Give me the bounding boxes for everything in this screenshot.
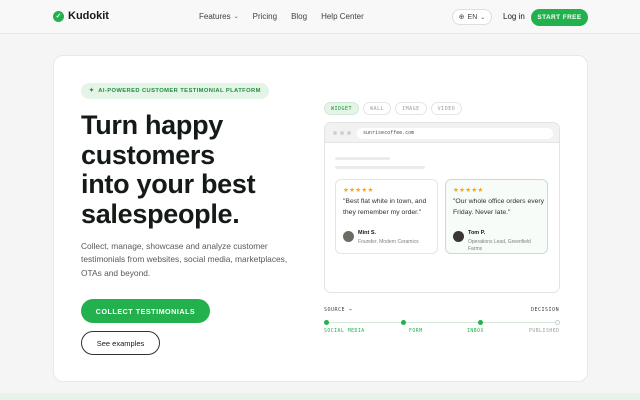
logo-text: Kudokit <box>68 10 109 22</box>
flow-decision-label: DECISION <box>531 307 560 313</box>
flow-step-dot <box>478 320 483 325</box>
review-quote: "Our whole office orders every Friday. N… <box>453 198 545 216</box>
flow-step-dot <box>401 320 406 325</box>
hero-subtitle: Collect, manage, showcase and analyze cu… <box>81 241 288 278</box>
tab-widget[interactable]: WIDGET <box>324 102 360 115</box>
top-navbar: ✓ Kudokit Features ⌄ Pricing Blog Help Ce… <box>0 0 640 34</box>
flow-step-label: SOCIAL MEDIA <box>324 329 365 334</box>
nav-pricing[interactable]: Pricing <box>253 12 277 21</box>
logo-icon: ✓ <box>53 10 64 22</box>
flow-step-dot <box>324 320 329 325</box>
browser-preview: sunrisecoffee.com ★★★★★ "Best flat white… <box>324 122 560 293</box>
chevron-down-icon: ⌄ <box>480 14 486 21</box>
avatar <box>453 231 464 242</box>
review-card: ★★★★★ "Best flat white in town, and they… <box>335 179 438 254</box>
preview-tabs: WIDGET WALL IMAGE VIDEO <box>324 102 463 115</box>
skeleton-line <box>335 157 390 160</box>
browser-bar: sunrisecoffee.com <box>325 123 559 143</box>
sparkle-icon: ✦ <box>89 88 95 94</box>
skeleton-line <box>335 166 425 169</box>
reviewer-name: Tom P. <box>468 230 486 236</box>
hero-badge: ✦ AI-POWERED CUSTOMER TESTIMONIAL PLATFO… <box>81 83 269 99</box>
reviewer-name: Mint S. <box>358 230 377 236</box>
reviewer-role: Operations Lead, Greenfield Farms <box>468 239 531 252</box>
flow-step-label: FORM <box>409 329 423 334</box>
tab-video[interactable]: VIDEO <box>430 102 463 115</box>
nav-features[interactable]: Features ⌄ <box>199 12 239 21</box>
flow-step-dot <box>555 320 560 325</box>
chevron-down-icon: ⌄ <box>233 14 239 20</box>
window-dots <box>333 131 351 135</box>
bottom-band <box>0 393 640 400</box>
review-card: ★★★★★ "Our whole office orders every Fri… <box>445 179 548 254</box>
hero-headline: Turn happy customers into your best sale… <box>81 110 256 229</box>
collect-testimonials-button[interactable]: COLLECT TESTIMONIALS <box>81 299 210 323</box>
reviewer-role: Founder, Modern Ceramics <box>358 239 419 245</box>
nav-links: Features ⌄ Pricing Blog Help Center <box>199 12 364 21</box>
language-selector[interactable]: ⊕ EN ⌄ <box>452 9 492 25</box>
flow-source-label: SOURCE → <box>324 307 353 313</box>
nav-help-center[interactable]: Help Center <box>321 12 364 21</box>
flow-step-label: PUBLISHED <box>529 329 560 334</box>
logo[interactable]: ✓ Kudokit <box>53 10 109 22</box>
url-bar: sunrisecoffee.com <box>357 128 553 139</box>
tab-image[interactable]: IMAGE <box>395 102 427 115</box>
see-examples-button[interactable]: See examples <box>81 331 160 355</box>
star-rating: ★★★★★ <box>343 187 374 194</box>
flow-line <box>326 322 558 323</box>
start-free-button[interactable]: START FREE <box>531 9 588 26</box>
star-rating: ★★★★★ <box>453 187 484 194</box>
avatar <box>343 231 354 242</box>
flow-step-label: INBOX <box>467 329 484 334</box>
hero-card: ✦ AI-POWERED CUSTOMER TESTIMONIAL PLATFO… <box>53 55 588 382</box>
globe-icon: ⊕ <box>458 14 465 21</box>
tab-wall[interactable]: WALL <box>363 102 392 115</box>
review-quote: "Best flat white in town, and they remem… <box>343 198 427 216</box>
login-link[interactable]: Log in <box>503 12 525 21</box>
nav-blog[interactable]: Blog <box>291 12 307 21</box>
